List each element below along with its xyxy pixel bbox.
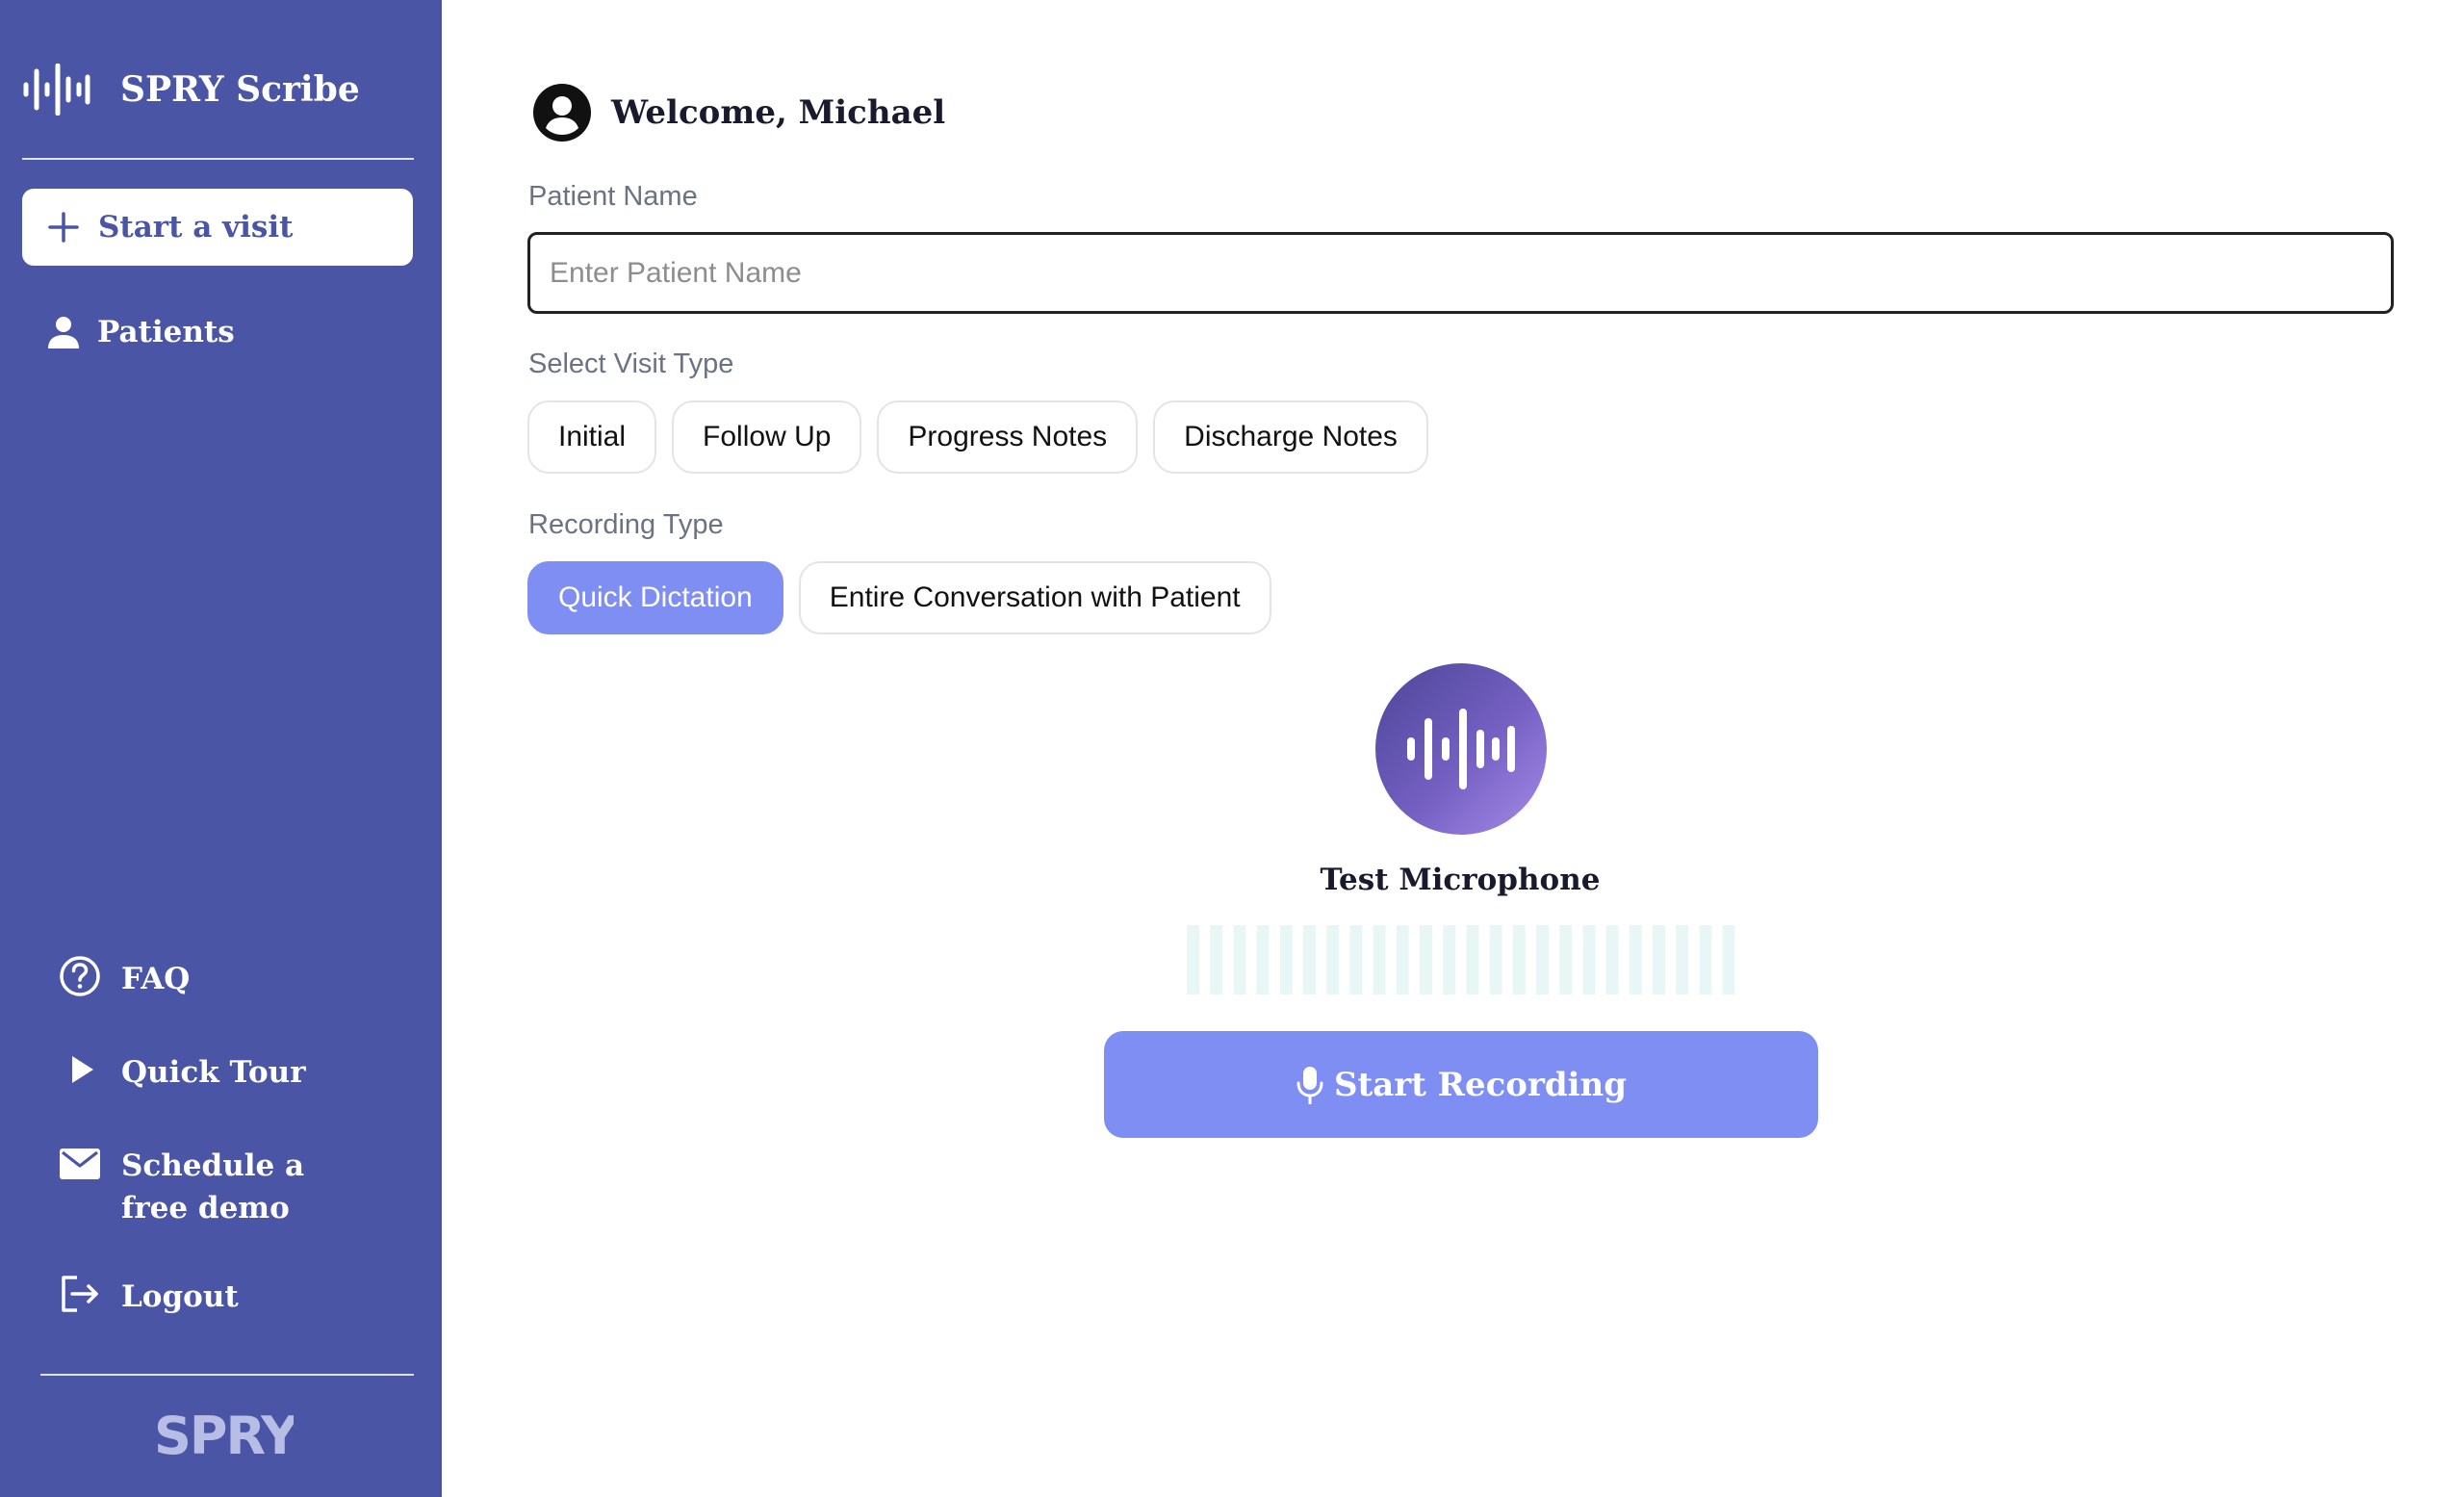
play-icon	[72, 1056, 93, 1083]
visit-type-label: Select Visit Type	[528, 348, 734, 379]
start-recording-button[interactable]: Start Recording	[1104, 1031, 1818, 1138]
level-meter-bar	[1489, 925, 1502, 994]
recording-type-label: Recording Type	[528, 509, 724, 540]
sidebar-item-logout[interactable]: Logout	[58, 1276, 414, 1318]
microphone-icon	[1296, 1066, 1323, 1104]
start-recording-label: Start Recording	[1333, 1065, 1628, 1104]
waveform-icon	[1407, 709, 1515, 789]
sidebar: SPRY Scribe Start a visit Patients FAQ Q…	[0, 0, 442, 1497]
level-meter-bar	[1466, 925, 1479, 994]
level-meter-bar	[1233, 925, 1246, 994]
level-meter-bar	[1582, 925, 1596, 994]
recording-type-quick-dictation[interactable]: Quick Dictation	[527, 561, 783, 634]
brand-name: SPRY Scribe	[120, 69, 360, 110]
sidebar-item-quick-tour[interactable]: Quick Tour	[58, 1051, 414, 1094]
spry-logo: SPRY	[154, 1407, 294, 1461]
level-meter-bar	[1349, 925, 1363, 994]
level-meter-bar	[1279, 925, 1293, 994]
level-meter-bar	[1303, 925, 1316, 994]
level-meter-bar	[1256, 925, 1270, 994]
sidebar-item-faq[interactable]: FAQ	[58, 956, 414, 1000]
start-visit-label: Start a visit	[98, 210, 294, 245]
level-meter-bar	[1210, 925, 1223, 994]
sidebar-item-label: FAQ	[121, 962, 191, 996]
visit-type-progress-notes[interactable]: Progress Notes	[877, 400, 1139, 474]
svg-text:SPRY: SPRY	[154, 1407, 294, 1461]
visit-type-options: Initial Follow Up Progress Notes Dischar…	[527, 400, 1428, 474]
level-meter-bar	[1559, 925, 1573, 994]
sidebar-item-label: Schedule a free demo	[121, 1149, 305, 1226]
sidebar-divider-bottom	[40, 1374, 414, 1376]
sidebar-item-label: Quick Tour	[121, 1055, 306, 1090]
sidebar-item-label: Logout	[121, 1279, 239, 1314]
question-circle-icon	[60, 956, 100, 996]
logout-icon	[62, 1276, 98, 1312]
microphone-level-meter	[1187, 925, 1735, 994]
user-circle-icon	[533, 84, 591, 142]
level-meter-bar	[1396, 925, 1409, 994]
sidebar-item-schedule-demo[interactable]: Schedule a free demo	[58, 1145, 375, 1229]
welcome-text: Welcome, Michael	[611, 93, 946, 132]
patient-name-label: Patient Name	[528, 181, 698, 212]
visit-type-initial[interactable]: Initial	[527, 400, 657, 474]
plus-icon	[48, 212, 79, 243]
sidebar-divider-top	[22, 158, 414, 160]
level-meter-bar	[1699, 925, 1712, 994]
level-meter-bar	[1326, 925, 1340, 994]
level-meter-bar	[1605, 925, 1619, 994]
level-meter-bar	[1536, 925, 1549, 994]
level-meter-bar	[1443, 925, 1456, 994]
sidebar-item-label: Patients	[97, 315, 235, 349]
test-microphone-button[interactable]	[1375, 663, 1547, 835]
visit-type-discharge-notes[interactable]: Discharge Notes	[1153, 400, 1428, 474]
visit-type-follow-up[interactable]: Follow Up	[672, 400, 862, 474]
level-meter-bar	[1653, 925, 1665, 994]
level-meter-bar	[1722, 925, 1735, 994]
level-meter-bar	[1629, 925, 1642, 994]
sidebar-item-patients[interactable]: Patients	[22, 298, 413, 366]
welcome-header: Welcome, Michael	[532, 83, 945, 142]
level-meter-bar	[1676, 925, 1689, 994]
waveform-icon	[23, 64, 90, 116]
envelope-icon	[60, 1149, 100, 1179]
recording-type-options: Quick Dictation Entire Conversation with…	[527, 561, 1271, 634]
brand: SPRY Scribe	[22, 64, 360, 116]
level-meter-bar	[1373, 925, 1386, 994]
test-microphone-label: Test Microphone	[1320, 863, 1601, 897]
start-visit-button[interactable]: Start a visit	[22, 189, 413, 266]
person-icon	[48, 317, 79, 348]
level-meter-bar	[1420, 925, 1432, 994]
level-meter-bar	[1512, 925, 1526, 994]
recording-type-entire-conversation[interactable]: Entire Conversation with Patient	[798, 561, 1271, 634]
patient-name-input[interactable]	[527, 232, 2394, 314]
level-meter-bar	[1187, 925, 1199, 994]
